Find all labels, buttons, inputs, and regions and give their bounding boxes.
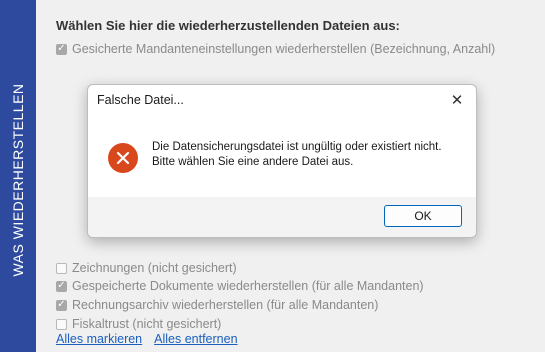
select-all-link[interactable]: Alles markieren xyxy=(56,332,142,346)
dialog-message: Die Datensicherungsdatei ist ungültig od… xyxy=(152,140,442,170)
checkbox-unchecked-icon[interactable] xyxy=(56,318,67,330)
sidebar-label: WAS WIEDERHERSTELLEN xyxy=(10,83,26,277)
error-icon xyxy=(108,143,138,173)
checkbox-checked-icon[interactable]: ✓ xyxy=(56,299,67,311)
dialog-body: Die Datensicherungsdatei ist ungültig od… xyxy=(88,115,476,197)
remove-all-link[interactable]: Alles entfernen xyxy=(154,332,237,346)
checkbox-checked-icon[interactable]: ✓ xyxy=(56,43,67,55)
message-line-1: Die Datensicherungsdatei ist ungültig od… xyxy=(152,141,442,153)
checkbox-unchecked-icon[interactable] xyxy=(56,262,67,274)
option-drawings[interactable]: Zeichnungen (nicht gesichert) xyxy=(56,261,237,275)
option-label: Gesicherte Mandanteneinstellungen wieder… xyxy=(72,42,496,56)
option-invoice-archive[interactable]: ✓ Rechnungsarchiv wiederherstellen (für … xyxy=(56,298,378,312)
option-label: Rechnungsarchiv wiederherstellen (für al… xyxy=(72,298,379,312)
option-mandant-settings[interactable]: ✓ Gesicherte Mandanteneinstellungen wied… xyxy=(56,42,495,56)
checkbox-checked-icon[interactable]: ✓ xyxy=(56,280,67,292)
selection-links: Alles markieren Alles entfernen xyxy=(56,332,238,346)
option-label: Gespeicherte Dokumente wiederherstellen … xyxy=(72,279,424,293)
option-label: Fiskaltrust (nicht gesichert) xyxy=(72,317,222,331)
option-documents[interactable]: ✓ Gespeicherte Dokumente wiederherstelle… xyxy=(56,279,424,293)
dialog-footer: OK xyxy=(88,197,476,237)
option-label: Zeichnungen (nicht gesichert) xyxy=(72,261,237,275)
message-line-2: Bitte wählen Sie eine andere Datei aus. xyxy=(152,156,354,168)
sidebar: WAS WIEDERHERSTELLEN xyxy=(0,0,36,352)
section-heading: Wählen Sie hier die wiederherzustellende… xyxy=(56,18,400,33)
dialog-title: Falsche Datei... xyxy=(97,93,184,107)
option-fiskaltrust[interactable]: Fiskaltrust (nicht gesichert) xyxy=(56,317,221,331)
ok-button[interactable]: OK xyxy=(384,205,462,227)
error-dialog: Falsche Datei... ✕ Die Datensicherungsda… xyxy=(87,84,477,238)
close-icon[interactable]: ✕ xyxy=(448,91,466,109)
